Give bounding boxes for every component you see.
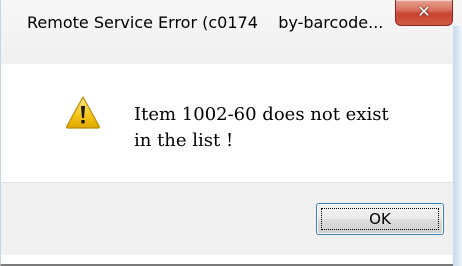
error-message: Item 1002-60 does not exist in the list …: [134, 102, 389, 154]
warning-icon: [66, 96, 100, 129]
ok-button-label: OK: [369, 210, 391, 228]
message-area: Item 1002-60 does not exist in the list …: [1, 64, 453, 182]
message-line-1: Item 1002-60 does not exist: [134, 104, 389, 125]
close-button[interactable]: ✕: [395, 0, 453, 26]
button-bar: OK: [1, 182, 453, 255]
window-title: Remote Service Error (c0174 by-barcode..…: [27, 13, 384, 32]
error-dialog: Remote Service Error (c0174 by-barcode..…: [0, 0, 462, 266]
close-icon: ✕: [417, 2, 431, 21]
ok-button[interactable]: OK: [316, 203, 444, 235]
title-bar[interactable]: Remote Service Error (c0174 by-barcode..…: [1, 0, 462, 64]
window-frame-edge: [453, 26, 462, 266]
message-line-2: in the list !: [134, 130, 234, 151]
